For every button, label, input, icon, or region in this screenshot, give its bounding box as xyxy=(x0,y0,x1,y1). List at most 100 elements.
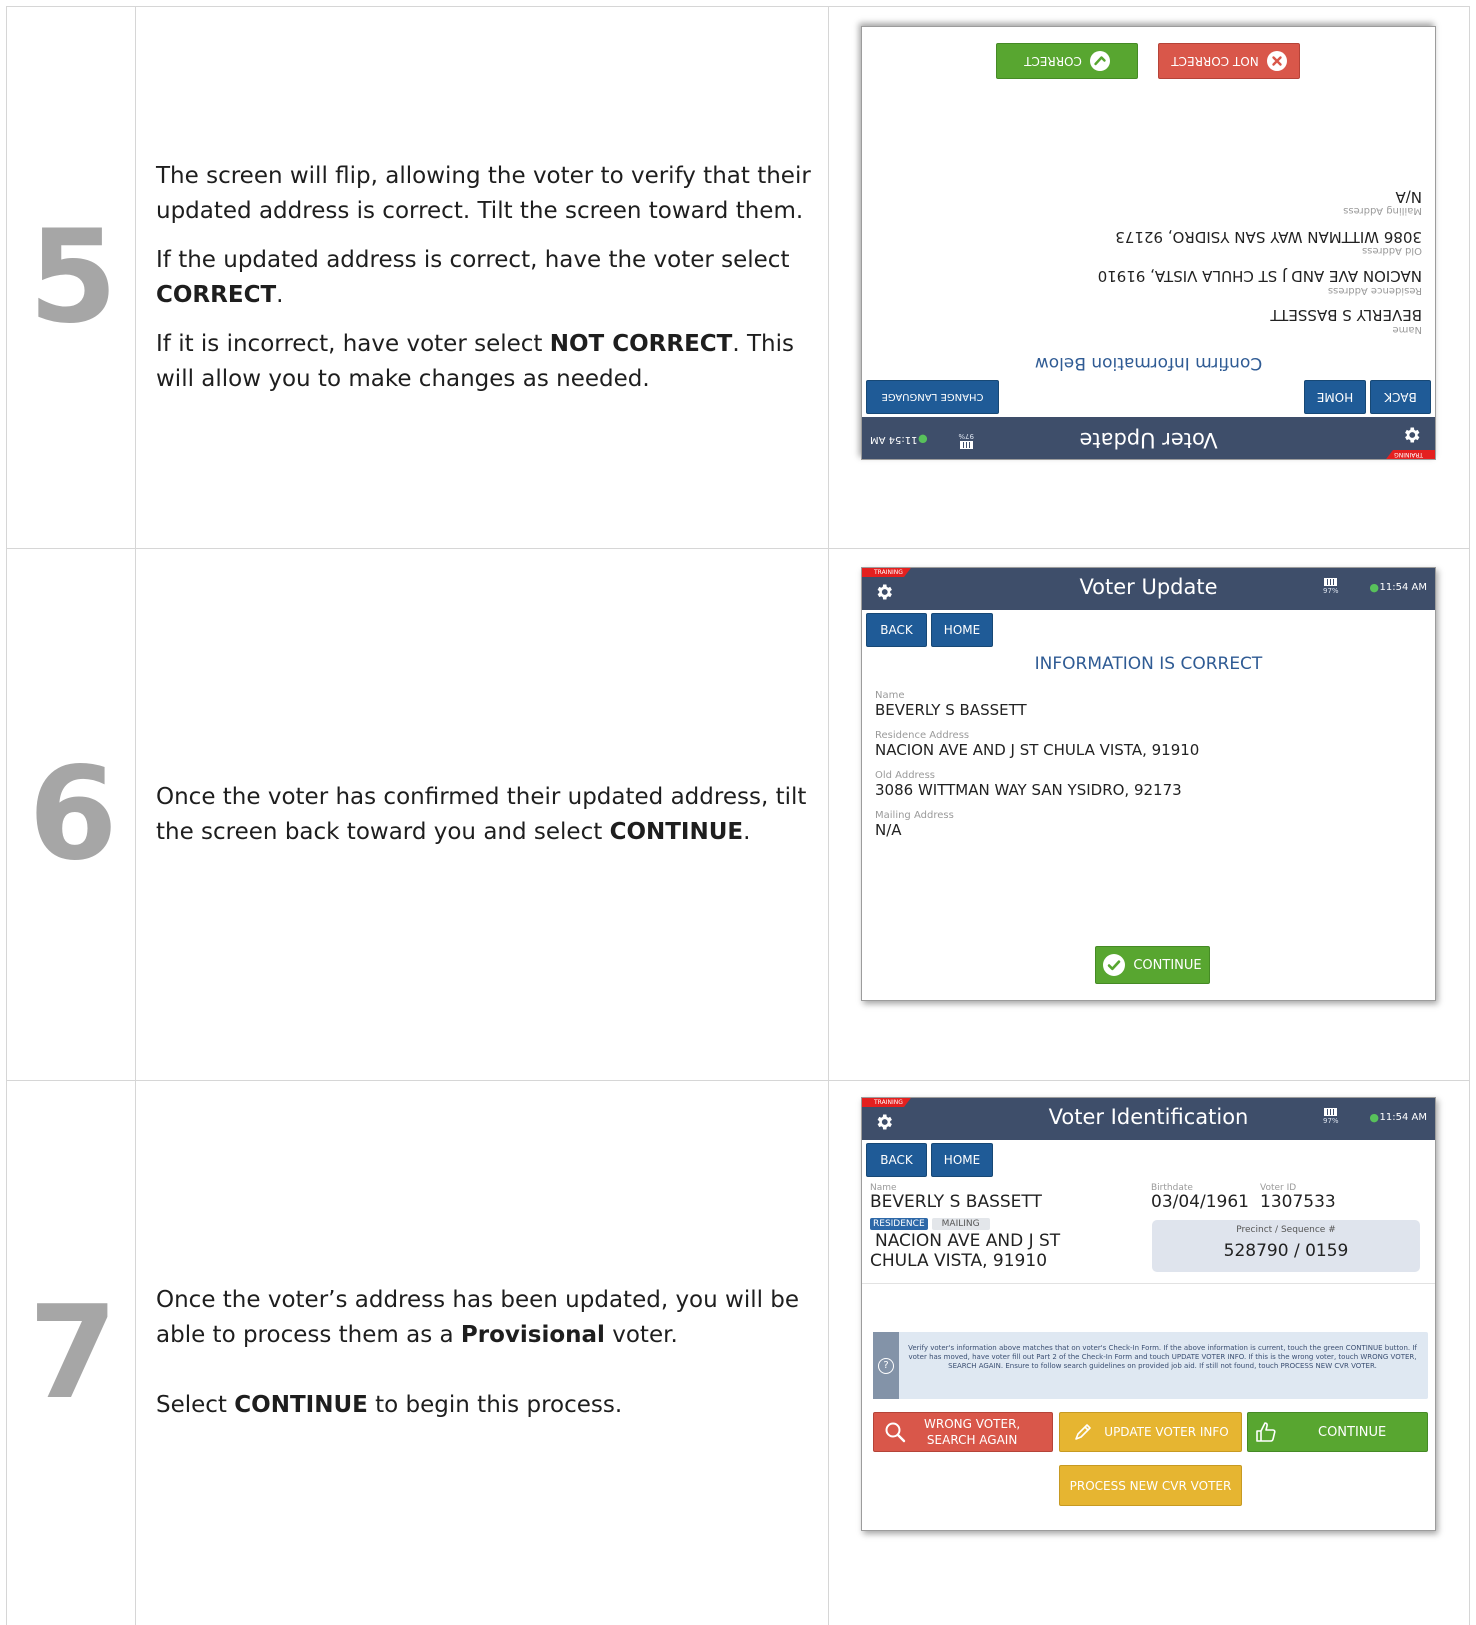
precinct-value: 528790 / 0159 xyxy=(1223,1241,1349,1261)
battery-indicator: 97% xyxy=(1323,578,1339,595)
address-tabs: RESIDENCE MAILING xyxy=(870,1218,990,1230)
residence-tab[interactable]: RESIDENCE xyxy=(870,1218,928,1230)
address-line-1: NACION AVE AND J ST xyxy=(875,1231,1061,1251)
continue-button[interactable]: CONTINUE xyxy=(1247,1412,1428,1452)
voter-id-value: 1307533 xyxy=(1260,1192,1336,1212)
thumbs-up-icon xyxy=(1256,1422,1276,1442)
instruction-paragraph: Select CONTINUE to begin this process. xyxy=(156,1388,812,1423)
top-bar: TRAINING Voter Update 97% ● 11:54 AM xyxy=(862,417,1435,459)
continue-label: CONTINUE xyxy=(1133,957,1202,973)
battery-icon xyxy=(960,441,974,449)
step-row-7: 7 Once the voter’s address has been upda… xyxy=(6,1081,1470,1625)
name-value: BEVERLY S BASSETT xyxy=(1270,306,1422,324)
instruction-paragraph: Once the voter has confirmed their updat… xyxy=(156,780,812,850)
check-circle-icon xyxy=(1089,51,1110,71)
correct-label: CORRECT xyxy=(1024,54,1082,68)
old-address-value: 3086 WITTMAN WAY SAN YSIDRO, 92173 xyxy=(1115,228,1422,246)
continue-label: CONTINUE xyxy=(1318,1424,1387,1440)
mailing-tab[interactable]: MAILING xyxy=(931,1218,990,1230)
battery-icon xyxy=(1323,578,1337,586)
clock: 11:54 AM xyxy=(1379,582,1427,593)
divider xyxy=(862,1283,1435,1284)
search-icon xyxy=(885,1422,906,1443)
update-voter-label: UPDATE VOTER INFO xyxy=(1104,1425,1229,1439)
correct-button[interactable]: CORRECT xyxy=(996,43,1138,79)
step-number-cell: 7 xyxy=(7,1081,136,1625)
battery-indicator: 97% xyxy=(958,432,974,449)
back-button[interactable]: BACK xyxy=(866,613,927,647)
wrong-voter-button[interactable]: WRONG VOTER, SEARCH AGAIN xyxy=(873,1412,1053,1452)
wrong-voter-line-2: SEARCH AGAIN xyxy=(926,1433,1018,1447)
old-address-value: 3086 WITTMAN WAY SAN YSIDRO, 92173 xyxy=(875,781,1182,799)
residence-value: NACION AVE AND J ST CHULA VISTA, 91910 xyxy=(875,741,1200,759)
instruction-bold: Provisional xyxy=(460,1322,605,1348)
screenshot-cell: TRAINING Voter Update 97% ● 11:54 AM BAC… xyxy=(829,7,1469,548)
precinct-label: Precinct / Sequence # xyxy=(1236,1225,1336,1235)
instruction-paragraph: If the updated address is correct, have … xyxy=(156,243,812,313)
instruction-text: . xyxy=(743,818,751,845)
change-language-button[interactable]: CHANGE LANGUAGE xyxy=(866,380,999,414)
birthdate-value: 03/04/1961 xyxy=(1151,1192,1249,1212)
clock: 11:54 AM xyxy=(870,434,918,445)
name-value: BEVERLY S BASSETT xyxy=(870,1192,1042,1212)
mailing-value: N/A xyxy=(875,821,902,839)
wifi-icon: ● xyxy=(918,433,928,446)
screenshot-cell: TRAINING Voter Update 97% ● 11:54 AM BAC… xyxy=(829,549,1469,1080)
update-voter-info-button[interactable]: UPDATE VOTER INFO xyxy=(1059,1412,1242,1452)
precinct-box: Precinct / Sequence # 528790 / 0159 xyxy=(1152,1220,1420,1272)
wrong-voter-line-1: WRONG VOTER, xyxy=(924,1417,1021,1431)
screen-title: Voter Identification xyxy=(1048,1105,1249,1129)
step-instructions: Once the voter’s address has been update… xyxy=(136,1081,829,1625)
home-button[interactable]: HOME xyxy=(1304,380,1366,414)
not-correct-label: NOT CORRECT xyxy=(1171,54,1259,68)
name-label: Name xyxy=(1392,324,1422,335)
residence-value: NACION AVE AND J ST CHULA VISTA, 91910 xyxy=(1097,267,1422,285)
step-number-cell: 5 xyxy=(7,7,136,548)
clock: 11:54 AM xyxy=(1379,1112,1427,1123)
top-bar: TRAINING Voter Identification 97% ● 11:5… xyxy=(862,1098,1435,1140)
help-text: Verify voter's information above matches… xyxy=(908,1344,1417,1370)
tablet-screen: TRAINING Voter Identification 97% ● 11:5… xyxy=(861,1097,1436,1531)
instruction-bold: CORRECT xyxy=(156,281,277,308)
residence-label: Residence Address xyxy=(875,730,970,741)
screenshot-cell: TRAINING Voter Identification 97% ● 11:5… xyxy=(829,1081,1469,1625)
instruction-bold: CONTINUE xyxy=(234,1392,368,1418)
check-circle-icon xyxy=(1103,954,1126,976)
step-number: 5 xyxy=(28,203,117,352)
mailing-value: N/A xyxy=(1395,188,1422,206)
home-button[interactable]: HOME xyxy=(931,613,993,647)
confirm-heading: Confirm Information Below xyxy=(1034,353,1263,373)
battery-indicator: 97% xyxy=(1323,1108,1339,1125)
wrong-voter-label: WRONG VOTER, SEARCH AGAIN xyxy=(924,1416,1020,1448)
not-correct-button[interactable]: NOT CORRECT xyxy=(1158,43,1300,79)
instruction-paragraph: Once the voter’s address has been update… xyxy=(156,1283,812,1353)
step-row-5: 5 The screen will flip, allowing the vot… xyxy=(6,6,1470,549)
old-address-label: Old Address xyxy=(1362,245,1422,256)
step-number: 7 xyxy=(28,1278,117,1428)
battery-level: 97% xyxy=(1323,587,1339,595)
continue-button[interactable]: CONTINUE xyxy=(1095,946,1210,984)
instruction-bold: CONTINUE xyxy=(609,818,744,845)
mailing-label: Mailing Address xyxy=(875,810,954,821)
question-icon: ? xyxy=(878,1357,894,1374)
back-button[interactable]: BACK xyxy=(866,1143,927,1177)
home-button[interactable]: HOME xyxy=(931,1143,993,1177)
pencil-icon xyxy=(1075,1424,1092,1440)
instruction-text: . xyxy=(276,281,284,308)
instruction-text: to begin this process. xyxy=(367,1392,623,1418)
process-new-cvr-voter-button[interactable]: PROCESS NEW CVR VOTER xyxy=(1059,1465,1242,1506)
info-correct-heading: INFORMATION IS CORRECT xyxy=(1034,654,1263,674)
step-row-6: 6 Once the voter has confirmed their upd… xyxy=(6,549,1470,1081)
instruction-text: Select xyxy=(156,1392,235,1418)
tablet-screen-flipped: TRAINING Voter Update 97% ● 11:54 AM BAC… xyxy=(861,26,1436,460)
tablet-screen: TRAINING Voter Update 97% ● 11:54 AM BAC… xyxy=(861,567,1436,1001)
instruction-text: The screen will flip, allowing the voter… xyxy=(156,162,811,224)
screen-title: Voter Update xyxy=(1079,575,1218,599)
name-label: Name xyxy=(875,690,905,701)
step-instructions: Once the voter has confirmed their updat… xyxy=(136,549,829,1080)
instruction-text: If the updated address is correct, have … xyxy=(156,246,790,273)
back-button[interactable]: BACK xyxy=(1370,380,1431,414)
screen-title: Voter Update xyxy=(1079,428,1218,452)
battery-level: 97% xyxy=(1323,1117,1339,1125)
old-address-label: Old Address xyxy=(875,770,935,781)
